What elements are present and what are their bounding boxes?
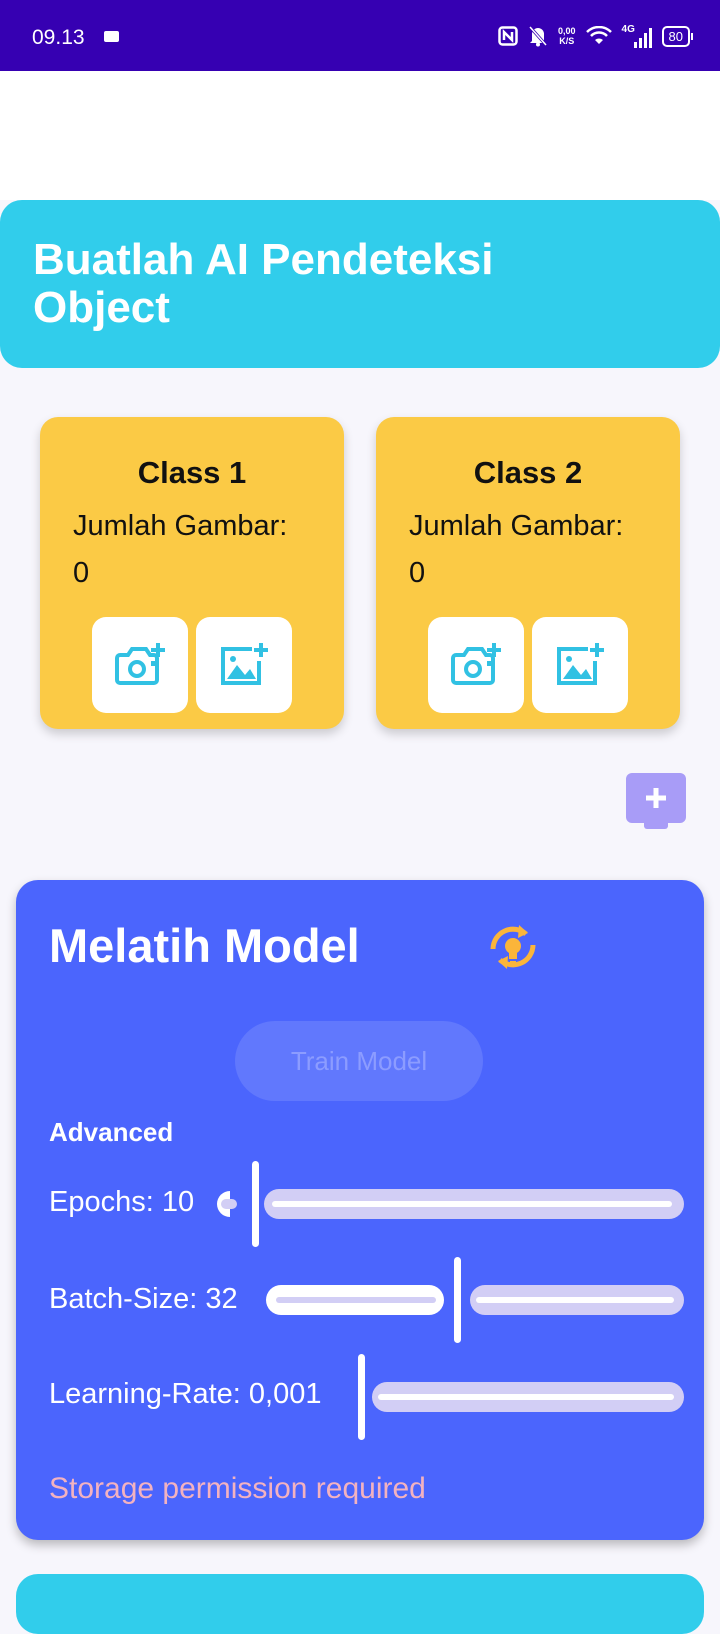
next-section-card (16, 1574, 704, 1634)
epochs-slider-inactive-start-fill (221, 1199, 237, 1209)
gallery-add-icon (557, 643, 604, 685)
sync-lightbulb-icon (490, 925, 536, 969)
gallery-upload-button[interactable] (196, 617, 292, 713)
camera-capture-button[interactable] (428, 617, 524, 713)
epochs-slider-track-line (272, 1201, 672, 1207)
learning-rate-slider[interactable] (350, 1352, 688, 1442)
app-top-spacer (0, 71, 720, 200)
permission-warning: Storage permission required (49, 1472, 426, 1505)
batch-size-slider-thumb[interactable] (454, 1257, 461, 1343)
class-title: Class 1 (137, 455, 247, 490)
net-speed: 0,00 K/S (558, 26, 576, 46)
train-model-button[interactable]: Train Model (235, 1021, 483, 1101)
wifi-icon (585, 26, 612, 44)
epochs-slider-thumb[interactable] (252, 1161, 259, 1247)
signal-icon (633, 28, 652, 48)
image-count-label: Jumlah Gambar: 0 (409, 510, 624, 589)
advanced-label: Advanced (49, 1117, 174, 1147)
add-class-button[interactable] (626, 773, 686, 829)
battery-icon: 80 (661, 25, 694, 47)
status-time: 09.13 (32, 26, 85, 49)
train-model-card: Melatih Model Train Model Advanced Epoch… (16, 880, 704, 1540)
learning-rate-slider-track-line (378, 1394, 674, 1400)
class-card-1: Class 1 Jumlah Gambar: 0 (40, 417, 344, 729)
epochs-slider[interactable] (212, 1159, 688, 1249)
image-count-label: Jumlah Gambar: 0 (73, 510, 288, 589)
net-speed-unit: K/S (559, 36, 575, 46)
nfc-icon (498, 26, 518, 46)
status-bar: 09.13 0,00 K/S 4G 80 (0, 0, 720, 71)
batch-size-slider-active-line (276, 1297, 436, 1303)
class-card-2: Class 2 Jumlah Gambar: 0 (376, 417, 680, 729)
class-title: Class 2 (473, 455, 583, 490)
camera-add-icon (451, 643, 501, 685)
page-title: Buatlah AI Pendeteksi Object (33, 235, 494, 332)
learning-rate-slider-thumb[interactable] (358, 1354, 365, 1440)
add-icon (646, 788, 666, 808)
net-speed-value: 0,00 (558, 26, 576, 36)
epochs-label: Epochs: 10 (49, 1186, 195, 1218)
learning-rate-label: Learning-Rate: 0,001 (49, 1378, 322, 1410)
train-section-title: Melatih Model (49, 919, 360, 972)
gallery-add-icon (221, 643, 268, 685)
batch-size-slider[interactable] (264, 1255, 688, 1345)
gallery-upload-button[interactable] (532, 617, 628, 713)
camera-capture-button[interactable] (92, 617, 188, 713)
camera-add-icon (115, 643, 165, 685)
message-icon (104, 31, 119, 42)
header-card: Buatlah AI Pendeteksi Object (0, 200, 720, 368)
status-icons: 0,00 K/S 4G 80 (498, 22, 694, 50)
add-button-tab (644, 821, 668, 829)
batch-size-slider-track-line (476, 1297, 674, 1303)
batch-size-label: Batch-Size: 32 (49, 1283, 238, 1315)
bell-off-icon (528, 26, 548, 47)
signal-indicator: 4G (622, 24, 652, 48)
